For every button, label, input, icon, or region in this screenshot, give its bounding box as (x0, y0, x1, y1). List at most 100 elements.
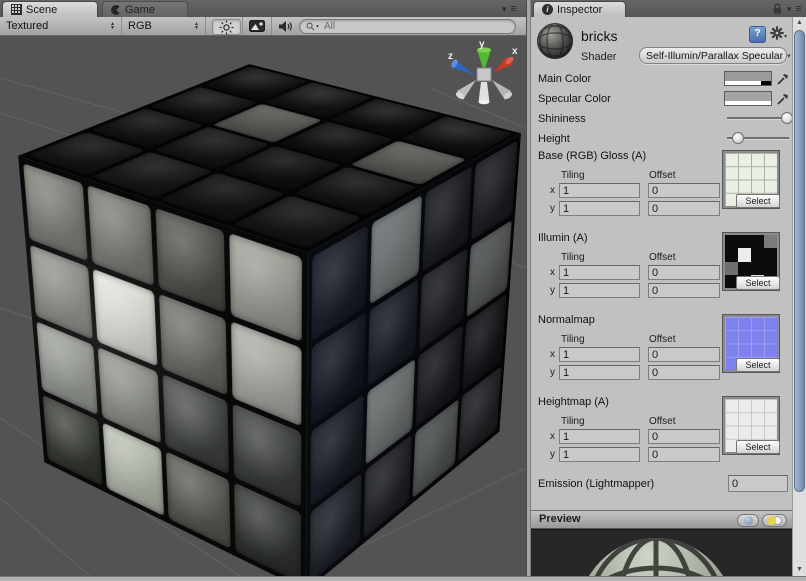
select-texture-button[interactable]: Select (736, 276, 780, 290)
offset-y-field[interactable] (648, 447, 720, 462)
search-filter-caret-icon[interactable]: ▾ (316, 23, 319, 30)
preview-title: Preview (539, 513, 581, 525)
scene-orientation-gizmo[interactable]: y x z (448, 38, 520, 116)
game-icon (111, 5, 121, 15)
offset-x-field[interactable] (648, 429, 720, 444)
texture-label: Heightmap (A) (538, 396, 609, 408)
x-row-label: x (550, 349, 555, 360)
gizmo-center-cube[interactable] (477, 68, 491, 81)
settings-menu-button[interactable]: ▾ (770, 26, 787, 40)
offset-y-field[interactable] (648, 283, 720, 298)
scene-search-box[interactable]: ▾ (299, 19, 516, 34)
render-mode-dropdown[interactable]: Textured ▲▼ (0, 17, 122, 35)
height-label: Height (538, 133, 570, 145)
shader-dropdown-value: Self-Illumin/Parallax Specular (646, 50, 783, 62)
y-row-label: y (550, 449, 555, 460)
emission-field[interactable] (728, 475, 788, 492)
caret-down-icon: ▾ (502, 4, 508, 15)
inspector-panel-menu[interactable]: ▾ ≡ (787, 3, 803, 15)
texture-section-illumin: Illumin (A) Tiling Offset x y Select (531, 232, 792, 310)
y-row-label: y (550, 367, 555, 378)
offset-y-field[interactable] (648, 201, 720, 216)
tiling-x-field[interactable] (559, 183, 640, 198)
main-color-swatch[interactable] (724, 71, 772, 86)
preview-lighting-button[interactable] (762, 514, 787, 527)
material-preview-area[interactable] (531, 529, 792, 576)
texture-label: Illumin (A) (538, 232, 588, 244)
select-texture-button[interactable]: Select (736, 358, 780, 372)
specular-color-alpha (725, 101, 771, 105)
tab-game[interactable]: Game (102, 1, 188, 17)
cube-object[interactable] (143, 106, 424, 504)
y-row-label: y (550, 203, 555, 214)
preview-mesh-button[interactable] (737, 514, 759, 527)
toolbar-separator (242, 17, 243, 35)
caret-down-icon: ▾ (787, 4, 793, 15)
gizmo-y-label: y (479, 39, 485, 50)
speaker-icon (278, 20, 294, 33)
scene-panel-menu[interactable]: ▾ ≡ (502, 3, 518, 15)
updown-arrows-icon: ▲▼ (194, 22, 199, 30)
main-color-alpha-fill (725, 81, 761, 85)
color-channel-dropdown[interactable]: RGB ▲▼ (122, 17, 206, 35)
scene-tabstrip: Scene Game ▾ ≡ (0, 0, 526, 17)
offset-label: Offset (649, 170, 676, 181)
window-bottom-edge (0, 576, 806, 581)
scrollbar-thumb[interactable] (794, 30, 805, 492)
tiling-y-field[interactable] (559, 201, 640, 216)
specular-color-swatch[interactable] (724, 91, 772, 106)
x-row-label: x (550, 185, 555, 196)
offset-x-field[interactable] (648, 347, 720, 362)
scroll-up-icon[interactable]: ▲ (793, 19, 806, 26)
info-icon: i (542, 4, 553, 15)
eyedropper-icon[interactable] (776, 71, 789, 86)
tiling-x-field[interactable] (559, 265, 640, 280)
caret-down-icon: ▾ (784, 33, 787, 40)
tab-inspector[interactable]: i Inspector (533, 1, 626, 17)
tiling-x-field[interactable] (559, 347, 640, 362)
render-mode-value: Textured (6, 20, 48, 32)
offset-x-field[interactable] (648, 183, 720, 198)
offset-y-field[interactable] (648, 365, 720, 380)
tiling-y-field[interactable] (559, 283, 640, 298)
height-slider-knob[interactable] (732, 132, 744, 144)
main-color-alpha (725, 81, 771, 85)
scene-toolbar: Textured ▲▼ RGB ▲▼ (0, 17, 526, 36)
tiling-y-field[interactable] (559, 447, 640, 462)
inspector-scrollbar[interactable]: ▲ ▼ (792, 17, 806, 576)
shininess-slider[interactable] (727, 111, 789, 125)
shader-dropdown[interactable]: Self-Illumin/Parallax Specular ▾ (639, 47, 787, 64)
preview-header[interactable]: Preview (531, 510, 792, 529)
texture-section-heightmap: Heightmap (A) Tiling Offset x y Select (531, 396, 792, 474)
scene-audio-toggle[interactable] (274, 19, 298, 33)
select-texture-button[interactable]: Select (736, 194, 780, 208)
lock-icon[interactable] (771, 3, 784, 15)
gear-icon (770, 26, 784, 40)
tab-inspector-label: Inspector (557, 4, 602, 16)
material-sphere-icon (535, 21, 575, 61)
search-icon (306, 22, 315, 31)
tiling-x-field[interactable] (559, 429, 640, 444)
tiling-label: Tiling (561, 252, 585, 263)
select-texture-button[interactable]: Select (736, 440, 780, 454)
image-icon (249, 20, 265, 32)
main-color-label: Main Color (538, 73, 591, 85)
inspector-tabstrip: i Inspector ▾ ≡ (531, 0, 806, 17)
eyedropper-icon[interactable] (776, 91, 789, 106)
y-row-label: y (550, 285, 555, 296)
tiling-y-field[interactable] (559, 365, 640, 380)
offset-x-field[interactable] (648, 265, 720, 280)
search-input[interactable] (322, 20, 486, 33)
scene-skybox-toggle[interactable] (246, 19, 268, 33)
gizmo-negative-axis-cone[interactable] (479, 82, 490, 102)
scroll-down-icon[interactable]: ▼ (793, 566, 806, 573)
menu-icon: ≡ (796, 3, 803, 15)
scene-viewport[interactable]: y x z (0, 36, 526, 576)
scene-lighting-toggle[interactable] (212, 19, 241, 35)
help-icon[interactable]: ? (749, 26, 766, 43)
unity-editor-window: Scene Game ▾ ≡ Textured ▲▼ RGB ▲▼ (0, 0, 806, 581)
slider-track (727, 117, 789, 120)
tab-scene[interactable]: Scene (2, 1, 98, 17)
shininess-label: Shininess (538, 113, 586, 125)
height-slider[interactable] (727, 131, 789, 145)
